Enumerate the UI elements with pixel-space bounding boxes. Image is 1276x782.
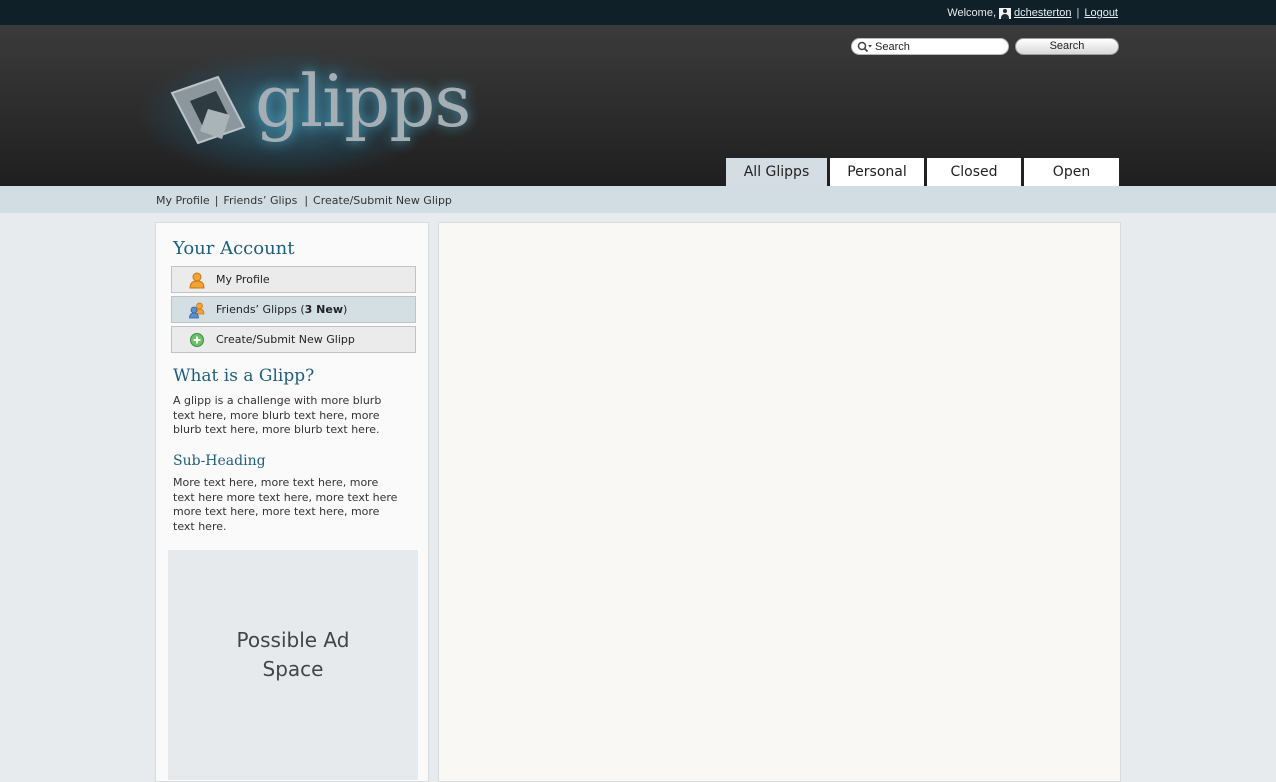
- ad-space-text: Possible Ad Space: [236, 628, 350, 681]
- search-box[interactable]: [851, 38, 1009, 55]
- filter-tabs: All Glipps Personal Closed Open: [726, 158, 1119, 186]
- add-icon: [190, 332, 204, 347]
- search-button[interactable]: Search: [1015, 38, 1119, 55]
- search-icon: [857, 41, 872, 52]
- account-item-label: Create/Submit New Glipp: [216, 333, 355, 346]
- tab-all-glipps[interactable]: All Glipps: [726, 158, 827, 186]
- welcome-label: Welcome,: [947, 7, 996, 19]
- header: glipps Search All Glipps Personal Closed…: [0, 25, 1276, 186]
- separator: |: [304, 194, 309, 207]
- logo-mark-icon: [170, 75, 246, 145]
- search-input[interactable]: [873, 40, 995, 53]
- username-link[interactable]: dchesterton: [1014, 7, 1071, 19]
- separator: |: [1076, 7, 1080, 19]
- user-icon: [189, 272, 205, 288]
- user-icon: [999, 7, 1011, 19]
- subnav-my-profile[interactable]: My Profile: [156, 194, 210, 207]
- logout-link[interactable]: Logout: [1084, 7, 1118, 19]
- friends-icon: [189, 302, 205, 318]
- account-item-create-glipp[interactable]: Create/Submit New Glipp: [171, 326, 416, 353]
- what-is-glipp-heading: What is a Glipp?: [173, 366, 315, 386]
- sub-navigation: My Profile | Friends’ Glips | Create/Sub…: [0, 186, 1276, 213]
- tab-open[interactable]: Open: [1024, 158, 1119, 186]
- sub-heading-text: More text here, more text here, more tex…: [173, 476, 398, 533]
- account-item-my-profile[interactable]: My Profile: [171, 266, 416, 293]
- account-item-label: My Profile: [216, 273, 270, 286]
- account-heading: Your Account: [173, 238, 295, 259]
- separator: |: [214, 194, 219, 207]
- subnav-friends-glips[interactable]: Friends’ Glips: [223, 194, 297, 207]
- account-item-label-prefix: Friends’ Glipps (: [216, 303, 305, 316]
- new-count-badge: 3 New: [304, 303, 343, 316]
- what-is-glipp-text: A glipp is a challenge with more blurb t…: [173, 394, 382, 436]
- ad-space: Possible Ad Space: [168, 550, 418, 780]
- account-item-label-suffix: ): [342, 303, 348, 316]
- account-sidebar: Your Account My Profile Friends’ Glipps …: [155, 222, 429, 782]
- logo-text: glipps: [255, 59, 471, 143]
- subnav-create-glipp[interactable]: Create/Submit New Glipp: [313, 194, 452, 207]
- tab-personal[interactable]: Personal: [830, 158, 924, 186]
- sub-heading: Sub-Heading: [173, 453, 266, 469]
- account-item-friends-glipps[interactable]: Friends’ Glipps (3 New): [171, 296, 416, 323]
- top-bar: Welcome, dchesterton | Logout: [0, 0, 1276, 25]
- tab-closed[interactable]: Closed: [927, 158, 1021, 186]
- glipps-logo[interactable]: glipps: [140, 51, 471, 179]
- welcome-area: Welcome, dchesterton | Logout: [947, 7, 1118, 19]
- main-content-panel: [438, 222, 1121, 782]
